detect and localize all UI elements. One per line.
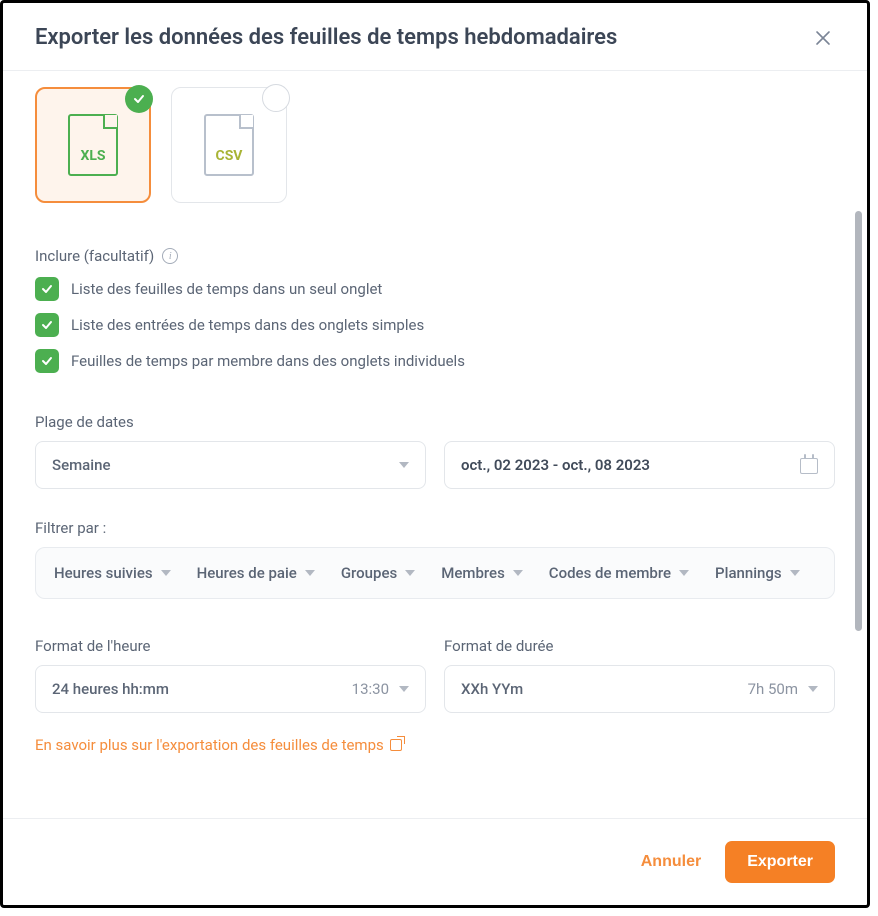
date-range-label: Plage de dates <box>35 413 426 431</box>
export-button[interactable]: Exporter <box>725 841 835 883</box>
chevron-down-icon <box>513 570 523 576</box>
chevron-down-icon <box>399 462 409 468</box>
format-option-xls[interactable]: XLS <box>35 87 151 203</box>
format-selects-row: Format de l'heure 24 heures hh:mm 13:30 … <box>35 637 835 713</box>
time-format-value: 24 heures hh:mm <box>52 680 169 698</box>
time-format-select[interactable]: 24 heures hh:mm 13:30 <box>35 665 426 713</box>
cancel-button[interactable]: Annuler <box>641 853 701 871</box>
date-range-picker[interactable]: oct., 02 2023 - oct., 08 2023 <box>444 441 835 489</box>
duration-format-hint: 7h 50m <box>748 680 798 698</box>
check-icon <box>40 354 54 368</box>
duration-format-field: Format de durée XXh YYm 7h 50m <box>444 637 835 713</box>
filter-pay-hours[interactable]: Heures de paie <box>197 564 315 582</box>
include-option-1-label: Liste des feuilles de temps dans un seul… <box>71 280 382 298</box>
date-range-row: Plage de dates Semaine oct., 02 2023 - o… <box>35 413 835 489</box>
check-icon <box>40 318 54 332</box>
time-format-hint: 13:30 <box>352 680 389 698</box>
filter-box: Heures suivies Heures de paie Groupes Me… <box>35 547 835 599</box>
date-picker-field: oct., 02 2023 - oct., 08 2023 <box>444 413 835 489</box>
scrollbar-thumb[interactable] <box>855 211 862 631</box>
learn-more-row: En savoir plus sur l'exportation des feu… <box>35 735 835 754</box>
checkbox-time-entries-simple-tabs[interactable] <box>35 313 59 337</box>
filter-members[interactable]: Membres <box>441 564 523 582</box>
filter-schedules[interactable]: Plannings <box>715 564 800 582</box>
period-value: Semaine <box>52 456 110 474</box>
learn-more-link[interactable]: En savoir plus sur l'exportation des feu… <box>35 736 402 754</box>
filter-label: Filtrer par : <box>35 519 835 537</box>
period-select[interactable]: Semaine <box>35 441 426 489</box>
csv-file-icon: CSV <box>204 114 254 176</box>
checkbox-timesheets-per-member[interactable] <box>35 349 59 373</box>
period-field: Plage de dates Semaine <box>35 413 426 489</box>
close-button[interactable] <box>811 26 835 50</box>
export-modal: Exporter les données des feuilles de tem… <box>0 0 870 908</box>
xls-file-icon: XLS <box>68 114 118 176</box>
include-option-3: Feuilles de temps par membre dans des on… <box>35 349 835 373</box>
modal-header: Exporter les données des feuilles de tem… <box>3 3 867 71</box>
duration-format-label: Format de durée <box>444 637 835 655</box>
modal-title: Exporter les données des feuilles de tem… <box>35 25 617 50</box>
chevron-down-icon <box>305 570 315 576</box>
chevron-down-icon <box>808 686 818 692</box>
chevron-down-icon <box>679 570 689 576</box>
modal-body: XLS CSV Inclure (facultatif) i Liste des… <box>3 71 867 818</box>
date-range-value: oct., 02 2023 - oct., 08 2023 <box>461 456 790 474</box>
check-icon <box>40 282 54 296</box>
chevron-down-icon <box>399 686 409 692</box>
include-section-label: Inclure (facultatif) i <box>35 247 835 265</box>
time-format-field: Format de l'heure 24 heures hh:mm 13:30 <box>35 637 426 713</box>
external-link-icon <box>390 739 402 751</box>
duration-format-select[interactable]: XXh YYm 7h 50m <box>444 665 835 713</box>
include-option-2-label: Liste des entrées de temps dans des ongl… <box>71 316 424 334</box>
filter-groups[interactable]: Groupes <box>341 564 415 582</box>
unselected-radio-icon <box>262 84 290 112</box>
close-icon <box>813 28 833 48</box>
chevron-down-icon <box>161 570 171 576</box>
info-icon[interactable]: i <box>162 248 178 264</box>
format-option-csv[interactable]: CSV <box>171 87 287 203</box>
include-option-3-label: Feuilles de temps par membre dans des on… <box>71 352 465 370</box>
chevron-down-icon <box>405 570 415 576</box>
include-option-1: Liste des feuilles de temps dans un seul… <box>35 277 835 301</box>
selected-check-icon <box>125 85 153 113</box>
filter-member-codes[interactable]: Codes de membre <box>549 564 689 582</box>
calendar-icon <box>800 456 818 474</box>
modal-footer: Annuler Exporter <box>3 818 867 905</box>
duration-format-value: XXh YYm <box>461 680 523 698</box>
include-option-2: Liste des entrées de temps dans des ongl… <box>35 313 835 337</box>
checkbox-timesheets-single-tab[interactable] <box>35 277 59 301</box>
format-options: XLS CSV <box>35 87 835 203</box>
filter-tracked-hours[interactable]: Heures suivies <box>54 564 171 582</box>
time-format-label: Format de l'heure <box>35 637 426 655</box>
chevron-down-icon <box>790 570 800 576</box>
